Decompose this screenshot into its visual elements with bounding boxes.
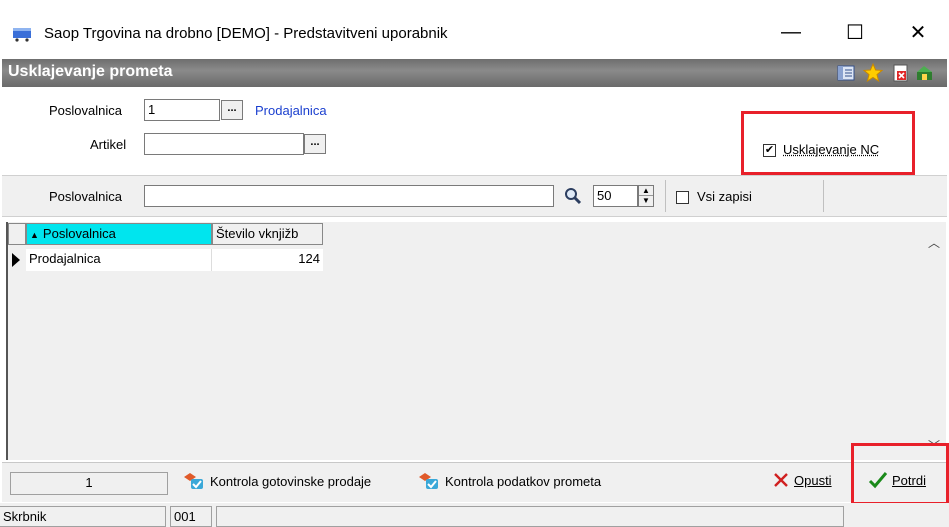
record-counter: 1 [10, 472, 168, 495]
search-label: Poslovalnica [49, 189, 122, 204]
close-form-icon[interactable] [891, 63, 911, 83]
column-header-stevilo[interactable]: Število vknjižb [212, 223, 323, 245]
article-lookup-button[interactable]: ... [304, 134, 326, 154]
maximize-button[interactable]: ☐ [832, 14, 878, 50]
all-records-label[interactable]: Vsi zapisi [697, 189, 752, 204]
column-header-poslovalnica[interactable]: ▲ Poslovalnica [26, 223, 212, 245]
status-user: Skrbnik [0, 506, 166, 527]
store-lookup-button[interactable]: ... [221, 100, 243, 120]
store-input[interactable]: 1 [144, 99, 220, 121]
form-header: Usklajevanje prometa [2, 59, 947, 87]
control-check-icon [184, 473, 203, 489]
article-label: Artikel [90, 137, 127, 152]
separator [665, 180, 666, 212]
bottom-toolbar: 1 Kontrola gotovinske prodaje Kontrola p… [2, 443, 949, 505]
spin-up-icon[interactable]: ▲ [639, 186, 653, 196]
exit-icon[interactable] [915, 63, 935, 83]
window-title: Saop Trgovina na drobno [DEMO] - Predsta… [44, 25, 448, 42]
cancel-label: Opusti [794, 472, 832, 488]
check-traffic-data-button[interactable]: Kontrola podatkov prometa [417, 471, 601, 491]
layout-icon[interactable] [836, 63, 856, 83]
store-name: Prodajalnica [255, 103, 327, 118]
store-label: Poslovalnica [49, 103, 122, 118]
separator [823, 180, 824, 212]
record-limit-spinner[interactable]: ▲ ▼ [638, 185, 654, 207]
table-cell[interactable]: Prodajalnica [26, 249, 212, 271]
sync-nc-label[interactable]: Usklajevanje NC [783, 142, 879, 157]
window-titlebar: Saop Trgovina na drobno [DEMO] - Predsta… [0, 0, 949, 58]
status-code: 001 [170, 506, 212, 527]
current-row-icon [12, 253, 20, 267]
search-icon[interactable] [564, 187, 582, 205]
minimize-button[interactable]: — [768, 14, 814, 50]
scroll-up-icon[interactable]: ︿ [928, 234, 942, 250]
record-limit-input[interactable]: 50 [593, 185, 638, 207]
data-grid[interactable]: ▲ Poslovalnica Število vknjižb Prodajalni… [6, 222, 946, 460]
cancel-x-icon [774, 473, 788, 487]
status-extra [216, 506, 844, 527]
sync-nc-checkbox[interactable]: ✔ [763, 144, 776, 157]
control-check-icon [419, 473, 438, 489]
grid-corner [8, 223, 26, 245]
confirm-button[interactable]: Potrdi [868, 471, 926, 489]
cart-icon [13, 28, 31, 42]
table-cell[interactable]: 124 [212, 249, 323, 271]
filter-panel: Poslovalnica 1 ... Prodajalnica Artikel … [2, 87, 947, 175]
spin-down-icon[interactable]: ▼ [639, 196, 653, 206]
form-title: Usklajevanje prometa [8, 63, 173, 80]
article-input[interactable] [144, 133, 304, 155]
column-header-label: Poslovalnica [42, 226, 116, 241]
check-traffic-data-label: Kontrola podatkov prometa [445, 473, 602, 489]
check-cash-sales-label: Kontrola gotovinske prodaje [210, 473, 372, 489]
status-bar: Skrbnik 001 [0, 503, 949, 527]
checkmark-icon [868, 472, 888, 489]
close-button[interactable]: ✕ [895, 14, 941, 50]
star-icon[interactable] [863, 63, 883, 83]
check-cash-sales-button[interactable]: Kontrola gotovinske prodaje [182, 471, 371, 491]
all-records-checkbox[interactable] [676, 191, 689, 204]
confirm-label: Potrdi [892, 472, 926, 488]
sort-asc-icon: ▲ [30, 230, 39, 240]
search-input[interactable] [144, 185, 554, 207]
search-bar: Poslovalnica 50 ▲ ▼ Vsi zapisi [2, 175, 947, 217]
cancel-button[interactable]: Opusti [772, 471, 832, 489]
